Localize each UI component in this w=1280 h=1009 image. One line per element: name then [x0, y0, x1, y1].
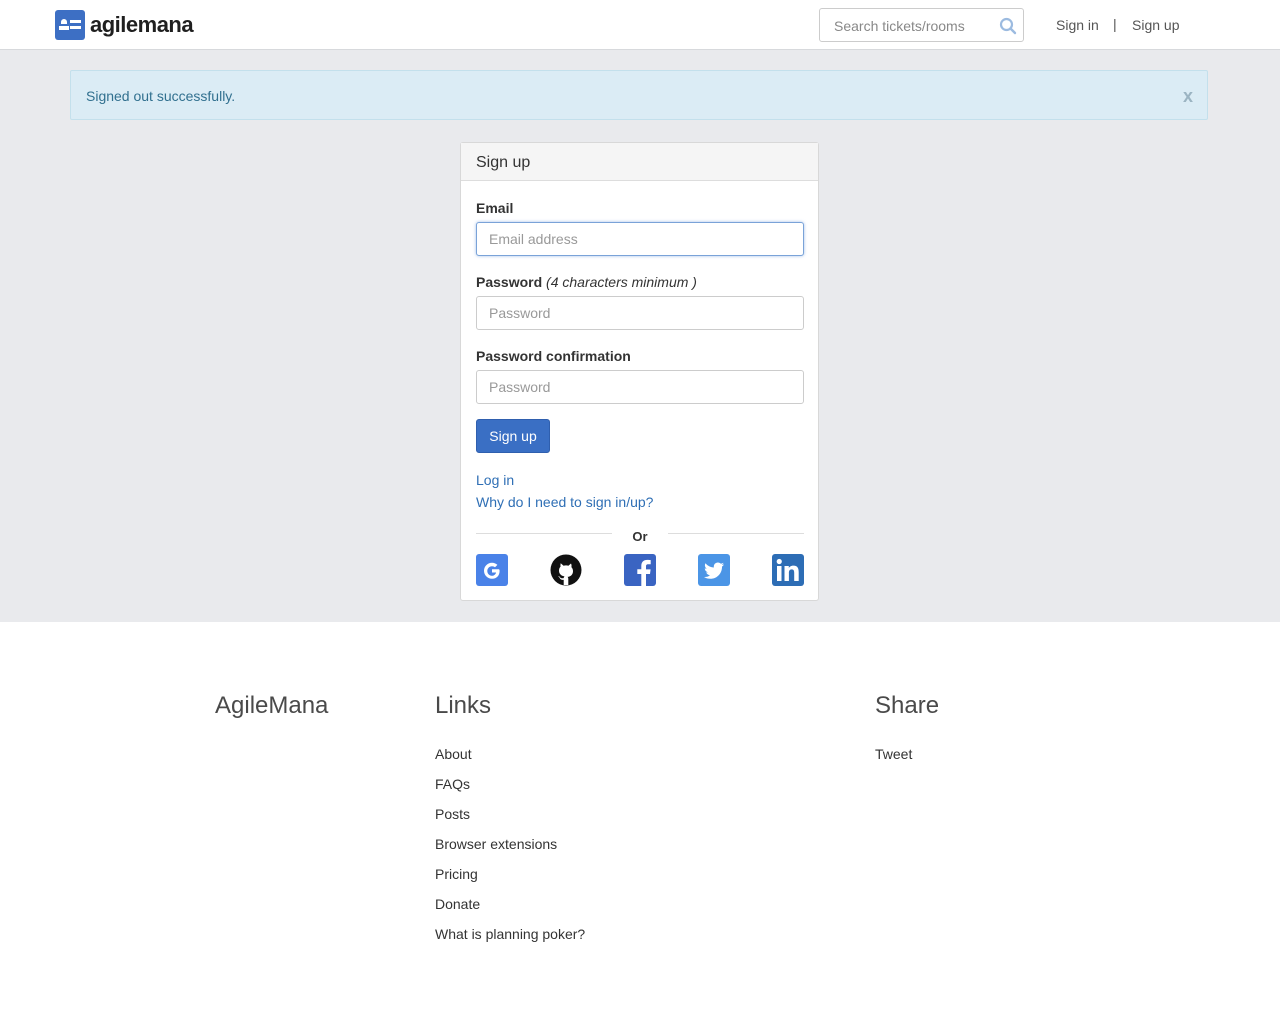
brand-logo[interactable]: agilemana [55, 10, 194, 40]
flash-alert: Signed out successfully. x [70, 70, 1208, 120]
footer-link-posts[interactable]: Posts [435, 806, 470, 822]
alert-message: Signed out successfully. [86, 88, 236, 104]
search-box [819, 8, 1024, 42]
footer-brand: AgileMana [215, 692, 329, 719]
divider-right [668, 533, 804, 534]
footer-share-heading: Share [875, 692, 940, 719]
why-sign-in-link[interactable]: Why do I need to sign in/up? [476, 494, 653, 510]
footer-link-about[interactable]: About [435, 746, 472, 762]
footer-link-planning-poker[interactable]: What is planning poker? [435, 926, 585, 942]
twitter-icon[interactable] [698, 554, 730, 586]
logo-icon [55, 10, 85, 40]
email-label: Email [476, 200, 514, 216]
log-in-link[interactable]: Log in [476, 472, 514, 488]
password-label: Password (4 characters minimum ) [476, 274, 697, 290]
password-label-text: Password [476, 274, 543, 290]
footer-link-faqs[interactable]: FAQs [435, 776, 470, 792]
nav-separator: | [1113, 16, 1117, 32]
github-icon[interactable] [550, 554, 582, 586]
sign-up-button[interactable]: Sign up [476, 419, 550, 453]
signup-panel: Sign up Email Password (4 characters min… [460, 142, 819, 601]
footer-links-heading: Links [435, 692, 492, 719]
password-confirmation-field[interactable] [476, 370, 804, 404]
password-field[interactable] [476, 296, 804, 330]
search-icon[interactable] [999, 17, 1017, 40]
panel-title: Sign up [461, 143, 818, 181]
facebook-icon[interactable] [624, 554, 656, 586]
top-navbar: agilemana Sign in | Sign up [0, 0, 1280, 50]
search-input[interactable] [832, 17, 996, 35]
password-confirmation-label: Password confirmation [476, 348, 631, 364]
email-field[interactable] [476, 222, 804, 256]
main-content: Signed out successfully. x Sign up Email… [0, 50, 1280, 622]
linkedin-icon[interactable] [772, 554, 804, 586]
footer-link-browser-extensions[interactable]: Browser extensions [435, 836, 557, 852]
footer-tweet-link[interactable]: Tweet [875, 746, 912, 762]
google-icon[interactable] [476, 554, 508, 586]
or-label: Or [632, 529, 648, 544]
sign-in-link[interactable]: Sign in [1056, 17, 1099, 33]
brand-name: agilemana [90, 12, 194, 37]
password-hint: (4 characters minimum ) [546, 274, 697, 290]
alert-close-button[interactable]: x [1183, 86, 1193, 107]
footer-link-donate[interactable]: Donate [435, 896, 480, 912]
sign-up-link[interactable]: Sign up [1132, 17, 1179, 33]
divider-left [476, 533, 612, 534]
footer-link-pricing[interactable]: Pricing [435, 866, 478, 882]
